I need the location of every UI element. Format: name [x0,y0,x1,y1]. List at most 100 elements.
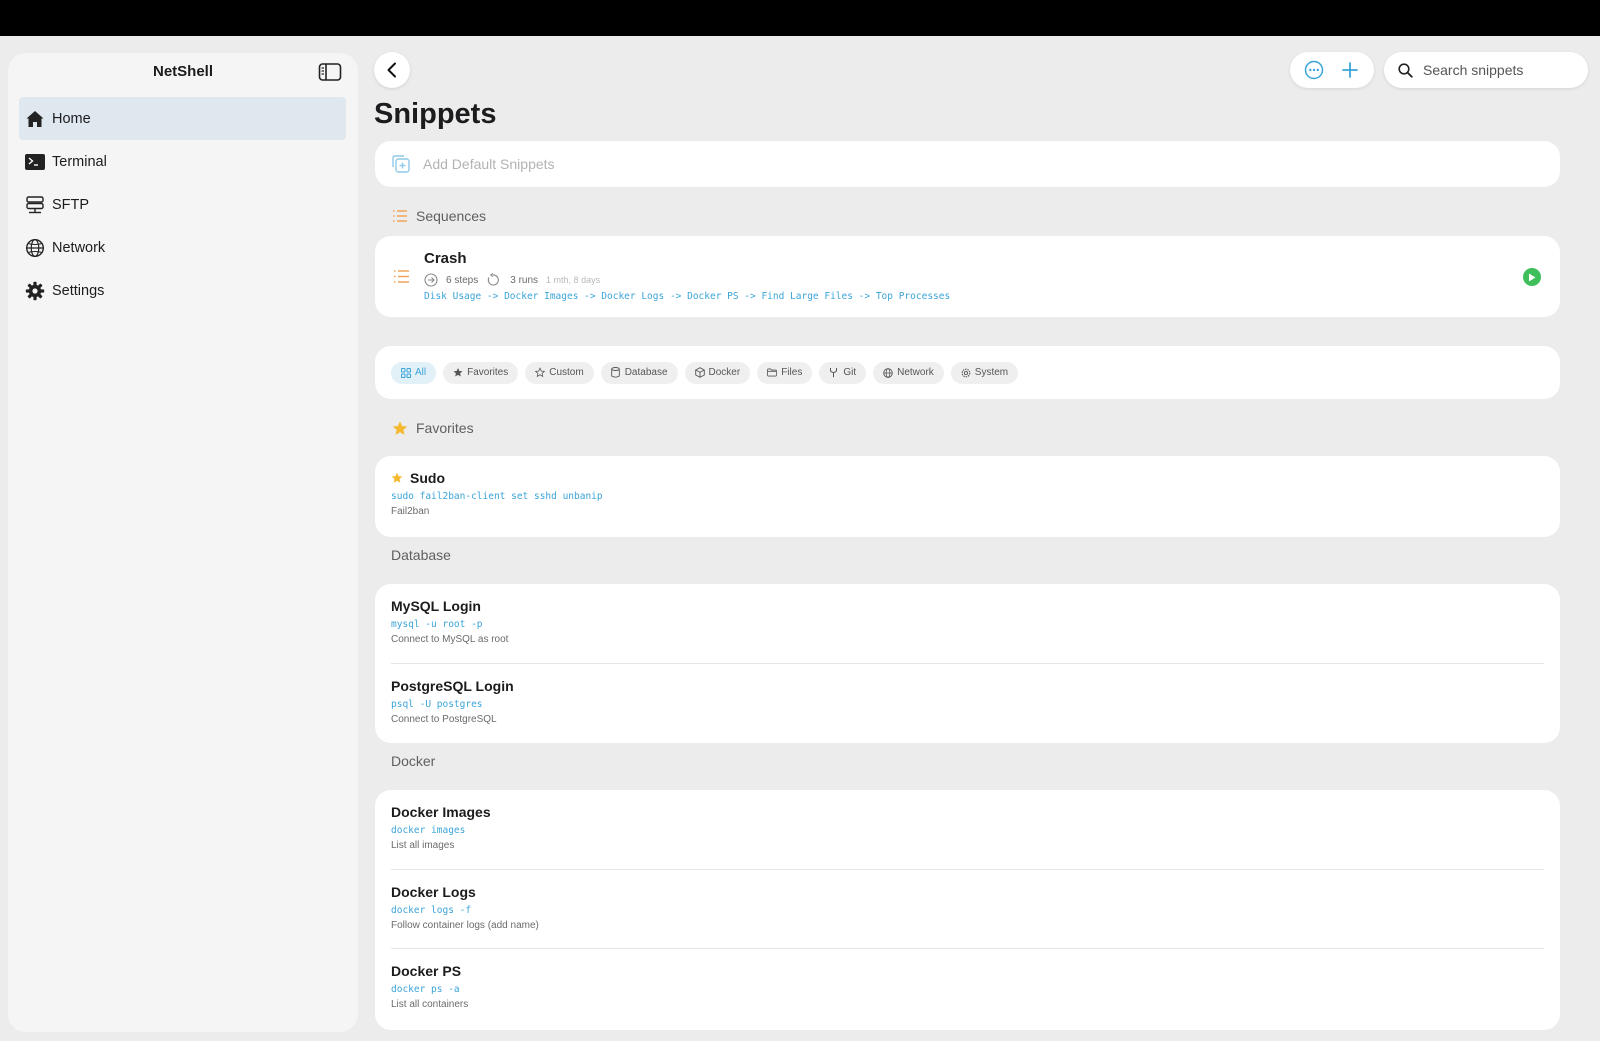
sequence-runs: 3 runs [510,274,539,286]
gear-icon [25,281,45,301]
sidebar-item-terminal[interactable]: Terminal [19,140,346,183]
snippet-name: MySQL Login [391,598,481,614]
snippet-command: docker logs -f [391,905,472,916]
snippet-description: List all images [391,840,455,851]
star-icon [392,420,408,436]
snippet-description: Connect to MySQL as root [391,634,509,645]
category-filter-bar: All Favorites Custom Database Docker Fil… [375,346,1560,399]
snippet-description: Follow container logs (add name) [391,920,539,931]
folder-icon [767,368,778,378]
arrow-circle-icon [424,273,438,287]
filter-chip-network[interactable]: Network [873,361,944,384]
app-title: NetShell [152,63,213,80]
run-sequence-button[interactable] [1523,268,1541,286]
ellipsis-circle-icon [1304,60,1324,80]
snippet-description: List all containers [391,999,469,1010]
globe-icon [883,367,893,378]
terminal-icon [25,152,45,172]
sftp-icon [25,195,45,215]
snippet-name: Docker Images [391,804,491,820]
docker-list: Docker Images docker images List all ima… [375,790,1560,1030]
back-button[interactable] [374,52,410,88]
gear-icon [961,368,971,378]
section-header-database: Database [391,547,451,563]
snippet-item[interactable]: Docker PS docker ps -a List all containe… [391,948,1544,1027]
sidebar-item-label: Home [52,110,91,127]
snippet-command: mysql -u root -p [391,619,483,630]
add-default-snippets-button[interactable]: Add Default Snippets [375,141,1560,187]
snippet-name: PostgreSQL Login [391,678,514,694]
snippet-item[interactable]: MySQL Login mysql -u root -p Connect to … [391,584,1544,663]
filter-chip-system[interactable]: System [950,361,1019,384]
chevron-left-icon [387,62,396,78]
cube-icon [694,367,705,378]
search-input[interactable] [1421,61,1575,79]
add-default-label: Add Default Snippets [423,156,555,172]
filter-chip-database[interactable]: Database [600,361,678,384]
sequence-name: Crash [424,250,467,267]
header-actions [1290,52,1374,88]
filter-chip-docker[interactable]: Docker [684,361,751,384]
filter-chip-custom[interactable]: Custom [525,361,594,384]
branch-icon [829,368,839,378]
plus-icon [1342,62,1358,78]
sidebar: NetShell Home Terminal SFTP Network Sett… [8,53,358,1032]
play-icon [1529,273,1536,281]
page-title: Snippets [374,98,497,130]
sequence-card[interactable]: Crash 6 steps 3 runs 1 mth, 8 days Disk … [375,236,1560,317]
more-options-button[interactable] [1300,56,1328,84]
sidebar-item-settings[interactable]: Settings [19,269,346,312]
filter-chip-all[interactable]: All [391,361,437,384]
sequence-last-run: 1 mth, 8 days [546,275,601,285]
sequence-steps: 6 steps [446,274,479,286]
main-content: Snippets Add Default Snippets Sequences … [358,36,1600,1041]
snippet-command: psql -U postgres [391,699,483,710]
grid-icon [401,367,411,378]
favorites-list: Sudo sudo fail2ban-client set sshd unban… [375,456,1560,537]
top-black-bar [0,0,1600,36]
filter-chip-favorites[interactable]: Favorites [443,361,519,384]
sidebar-item-network[interactable]: Network [19,226,346,269]
sequence-meta: 6 steps 3 runs 1 mth, 8 days [424,273,600,287]
sidebar-nav: Home Terminal SFTP Network Settings [19,97,346,312]
snippet-command: docker ps -a [391,984,460,995]
favorite-star-icon [391,472,403,483]
star-filled-icon [453,368,463,378]
sidebar-item-sftp[interactable]: SFTP [19,183,346,226]
snippet-name: Docker PS [391,963,462,979]
section-header-sequences: Sequences [392,208,486,224]
star-outline-icon [535,367,546,378]
globe-icon [25,238,45,258]
snippet-name: Sudo [410,470,445,486]
add-snippet-button[interactable] [1336,56,1364,84]
section-header-docker: Docker [391,753,436,769]
search-box[interactable] [1384,52,1588,88]
search-icon [1398,62,1413,78]
filter-chip-git[interactable]: Git [819,361,867,384]
snippet-name: Docker Logs [391,884,476,900]
sidebar-item-home[interactable]: Home [19,97,346,140]
sidebar-toggle-icon[interactable] [318,62,342,82]
sidebar-item-label: SFTP [52,196,90,213]
sidebar-item-label: Settings [52,282,105,299]
add-copy-icon [392,155,410,173]
snippet-item[interactable]: Docker Images docker images List all ima… [391,790,1544,869]
list-icon [393,269,410,289]
section-header-favorites: Favorites [392,420,474,436]
snippet-description: Connect to PostgreSQL [391,714,497,725]
sequence-flow: Disk Usage -> Docker Images -> Docker Lo… [424,291,951,302]
list-icon [392,208,408,224]
database-list: MySQL Login mysql -u root -p Connect to … [375,584,1560,743]
sidebar-item-label: Terminal [52,153,107,170]
sidebar-item-label: Network [52,239,106,256]
history-icon [488,273,500,286]
snippet-item[interactable]: Sudo sudo fail2ban-client set sshd unban… [391,456,1544,535]
snippet-item[interactable]: Docker Logs docker logs -f Follow contai… [391,869,1544,948]
database-icon [610,367,621,378]
house-icon [25,109,45,129]
snippet-item[interactable]: PostgreSQL Login psql -U postgres Connec… [391,663,1544,742]
filter-chip-files[interactable]: Files [757,361,813,384]
snippet-command: sudo fail2ban-client set sshd unbanip [391,491,603,502]
snippet-description: Fail2ban [391,506,430,517]
snippet-command: docker images [391,825,466,836]
